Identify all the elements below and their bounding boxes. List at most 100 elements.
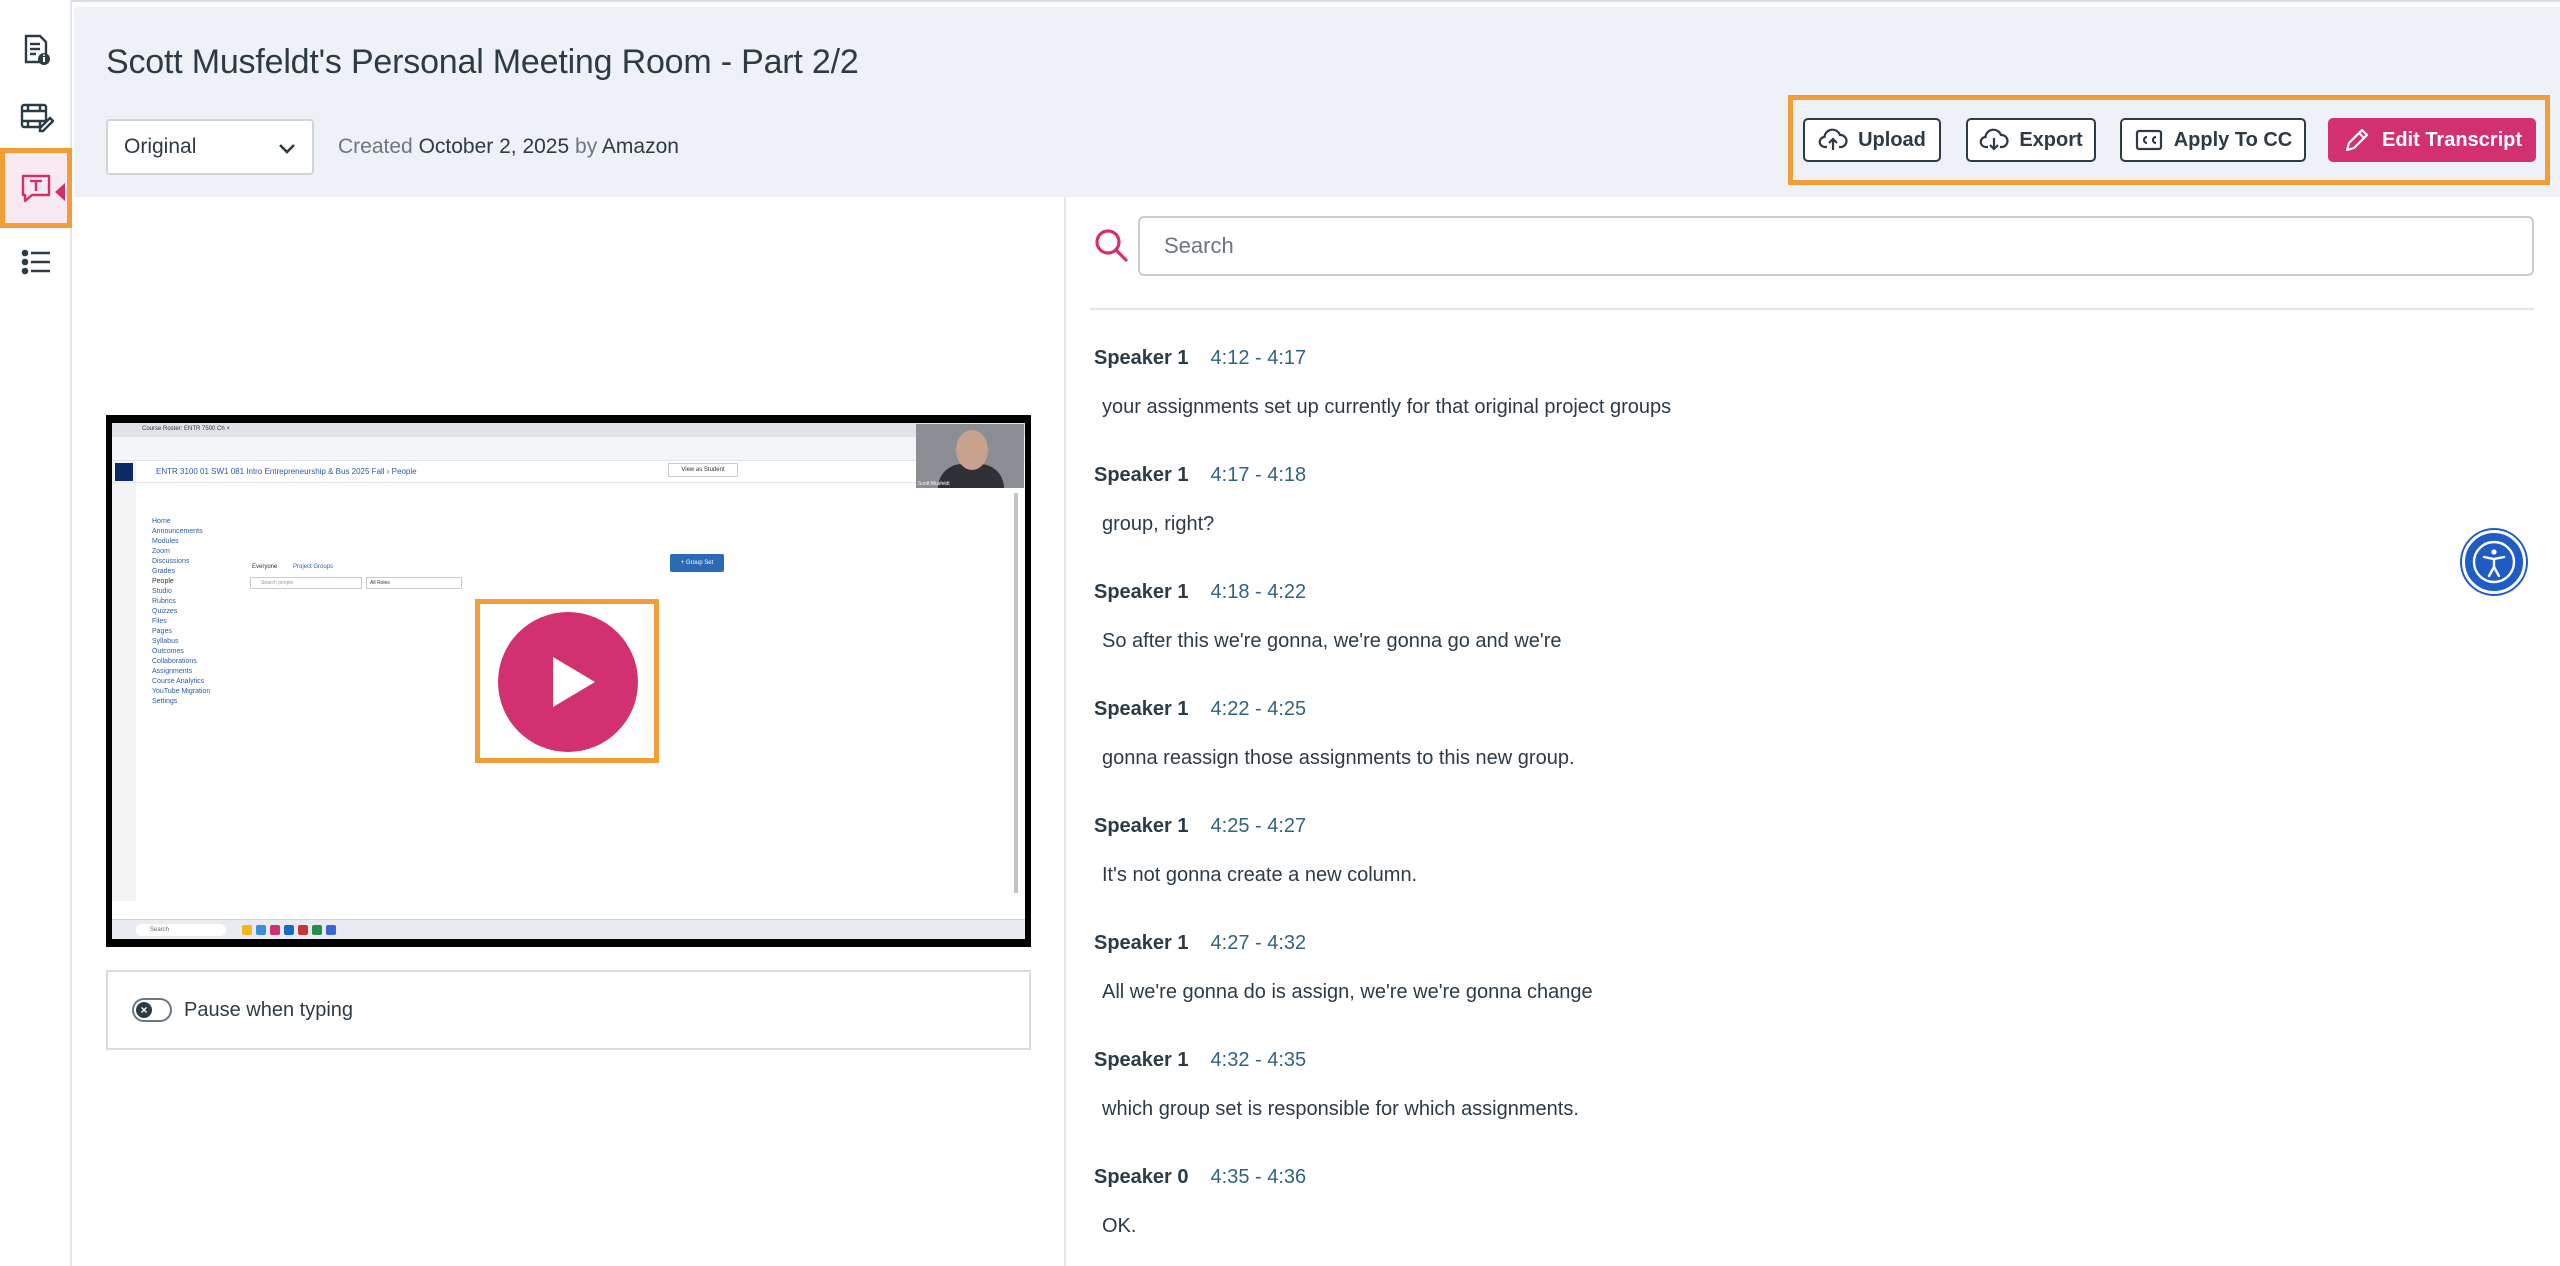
transcript-entry[interactable]: Speaker 1 4:12 - 4:17 your assignments se… — [1094, 338, 2534, 455]
transcript-text: group, right? — [1102, 513, 1215, 535]
speaker-label: Speaker 1 — [1094, 1048, 1189, 1071]
cloud-upload-icon — [1818, 128, 1848, 150]
speaker-label: Speaker 1 — [1094, 346, 1189, 369]
speaker-label: Speaker 1 — [1094, 463, 1189, 486]
apply-to-cc-label: Apply To CC — [2173, 128, 2293, 151]
speaker-label: Speaker 0 — [1094, 1165, 1189, 1188]
upload-label: Upload — [1858, 128, 1926, 151]
thumb-tabstrip: Course Roster: ENTR 7500 Ch × — [112, 423, 1025, 437]
timestamp-link[interactable]: 4:17 - 4:18 — [1211, 464, 1307, 487]
transcript-entry[interactable]: Speaker 1 4:18 - 4:22 So after this we're… — [1094, 572, 2534, 689]
version-select[interactable]: Original — [106, 119, 314, 175]
speaker-label: Speaker 1 — [1094, 931, 1189, 954]
version-select-value: Original — [124, 135, 197, 158]
folder-icon — [242, 925, 252, 935]
transcript-text: gonna reassign those assignments to this… — [1102, 747, 1575, 769]
transcript-text: All we're gonna do is assign, we're we'r… — [1102, 981, 1593, 1003]
left-rail — [0, 0, 72, 1266]
webcam-person-face — [956, 430, 988, 470]
thumb-tab-title: Course Roster: ENTR 7500 Ch × — [142, 426, 230, 432]
timestamp-link[interactable]: 4:27 - 4:32 — [1211, 932, 1307, 955]
thumb-tab: Everyone — [252, 564, 278, 570]
list-settings-icon — [21, 249, 50, 275]
transcript-icon — [21, 174, 51, 203]
accessibility-button[interactable] — [2462, 530, 2526, 594]
thumb-nav-item: Rubrics — [152, 598, 176, 605]
thumb-course-nav: Home Announcements Modules Zoom Discussi… — [152, 517, 210, 707]
thumb-global-nav — [112, 461, 136, 901]
transcript-entry[interactable]: Speaker 0 4:35 - 4:36 OK. — [1094, 1157, 2534, 1266]
transcript-entry[interactable]: Speaker 1 4:22 - 4:25 gonna reassign thos… — [1094, 689, 2534, 806]
edit-transcript-label: Edit Transcript — [2381, 128, 2523, 151]
thumb-taskbar-search: Search — [136, 924, 226, 936]
page-title: Scott Musfeldt's Personal Meeting Room -… — [106, 43, 859, 81]
thumb-course-bar: ENTR 3100 01 SW1 081 Intro Entrepreneurs… — [112, 461, 1025, 483]
transcript-toolbar: Upload Export Apply To CC Edit Transcrip… — [1788, 95, 2550, 185]
search-divider — [1090, 308, 2534, 310]
thumb-nav-item: Outcomes — [152, 648, 184, 655]
speaker-label: Speaker 1 — [1094, 814, 1189, 837]
thumb-nav-item: Zoom — [152, 548, 170, 555]
rail-details-button[interactable] — [8, 22, 64, 78]
thumb-nav-item: Discussions — [152, 558, 190, 565]
transcript-text: So after this we're gonna, we're gonna g… — [1102, 630, 1562, 652]
transcript-text: It's not gonna create a new column. — [1102, 864, 1418, 886]
transcript-entry[interactable]: Speaker 1 4:17 - 4:18 group, right? — [1094, 455, 2534, 572]
export-button[interactable]: Export — [1966, 118, 2096, 162]
transcript-entry[interactable]: Speaker 1 4:27 - 4:32 All we're gonna do … — [1094, 923, 2534, 1040]
rail-media-edit-button[interactable] — [8, 88, 64, 144]
export-label: Export — [2019, 128, 2083, 151]
search-icon — [1095, 229, 1128, 262]
speaker-label: Speaker 1 — [1094, 580, 1189, 603]
thumb-search-people: Search people — [250, 577, 362, 589]
thumb-group-set-button: + Group Set — [670, 554, 724, 572]
browser-icon — [256, 925, 266, 935]
rail-chapters-button[interactable] — [8, 234, 64, 290]
top-border — [0, 0, 2560, 7]
created-date: October 2, 2025 — [418, 135, 570, 158]
transcript-entry[interactable]: Speaker 1 4:25 - 4:27 It's not gonna crea… — [1094, 806, 2534, 923]
timestamp-link[interactable]: 4:35 - 4:36 — [1211, 1166, 1307, 1189]
thumb-nav-item: Course Analytics — [152, 678, 205, 685]
thumb-nav-item: Assignments — [152, 668, 193, 675]
timestamp-link[interactable]: 4:22 - 4:25 — [1211, 698, 1307, 721]
edit-transcript-button[interactable]: Edit Transcript — [2328, 118, 2536, 162]
app-icon — [298, 925, 308, 935]
timestamp-link[interactable]: 4:18 - 4:22 — [1211, 581, 1307, 604]
created-info: Created October 2, 2025 by Amazon — [338, 135, 679, 159]
thumb-nav-item: Syllabus — [152, 638, 179, 645]
transcript-entry[interactable]: Speaker 1 4:32 - 4:35 which group set is … — [1094, 1040, 2534, 1157]
app-icon — [312, 925, 322, 935]
timestamp-link[interactable]: 4:25 - 4:27 — [1211, 815, 1307, 838]
thumb-nav-item: Studio — [152, 588, 172, 595]
thumb-nav-item: Home — [152, 518, 171, 525]
timestamp-link[interactable]: 4:12 - 4:17 — [1211, 347, 1307, 370]
pause-when-typing-label: Pause when typing — [184, 999, 354, 1021]
thumb-roles-select: All Roles — [366, 577, 462, 589]
document-info-icon — [24, 34, 50, 65]
pencil-icon — [2345, 128, 2369, 152]
thumb-tab: Project Groups — [293, 564, 334, 570]
thumb-taskbar: Search — [112, 919, 1025, 939]
thumb-urlbar — [112, 437, 1025, 451]
panel-divider — [1064, 197, 1066, 1266]
accessibility-icon — [2472, 540, 2516, 584]
speaker-label: Speaker 1 — [1094, 697, 1189, 720]
mail-icon — [284, 925, 294, 935]
page-header: Scott Musfeldt's Personal Meeting Room -… — [74, 7, 2560, 197]
thumb-bookmarks — [112, 451, 1025, 461]
thumb-nav-item: Files — [152, 618, 167, 625]
thumb-nav-item: Settings — [152, 698, 178, 705]
thumb-nav-item: Pages — [152, 628, 172, 635]
rail-transcript-button[interactable] — [0, 148, 72, 228]
apply-to-cc-button[interactable]: Apply To CC — [2120, 118, 2306, 162]
transcript-search-input[interactable] — [1138, 216, 2534, 276]
timestamp-link[interactable]: 4:32 - 4:35 — [1211, 1049, 1307, 1072]
transcript-text: OK. — [1102, 1215, 1137, 1237]
upload-button[interactable]: Upload — [1803, 118, 1941, 162]
play-button[interactable] — [498, 612, 638, 752]
pause-when-typing-toggle[interactable]: × — [132, 998, 172, 1022]
by-label: by — [575, 135, 598, 158]
thumb-nav-item: Collaborations — [152, 658, 197, 665]
transcript-text: which group set is responsible for which… — [1102, 1098, 1579, 1120]
